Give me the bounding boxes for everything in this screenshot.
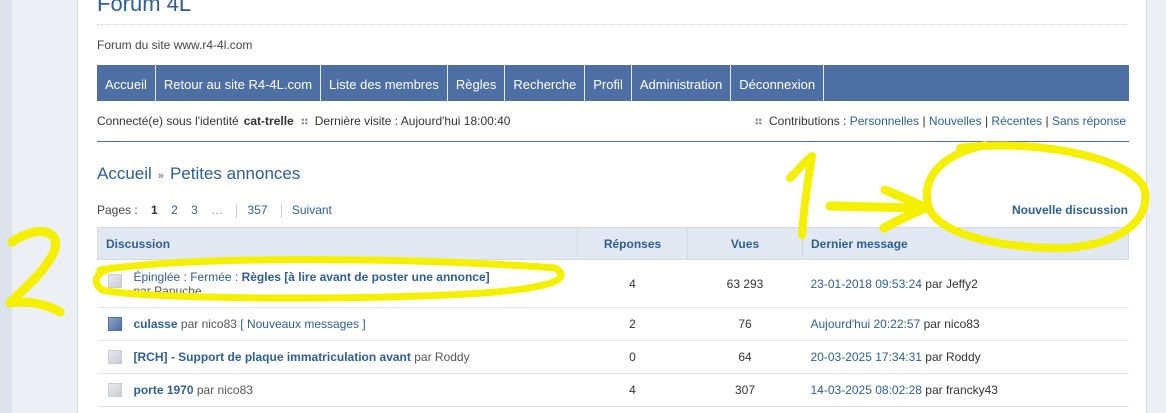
nav-profile[interactable]: Profil <box>585 65 632 101</box>
topic-title-link[interactable]: culasse <box>134 317 178 331</box>
forum-page: Forum 4L Forum du site www.r4-4l.com Acc… <box>77 0 1147 413</box>
pagination: Pages : 1 2 3 … 357 Suivant <box>97 203 342 218</box>
nav-home[interactable]: Accueil <box>97 65 156 101</box>
contributions: Contributions : Personnelles | Nouvelles… <box>748 114 1126 128</box>
last-message-author: par Roddy <box>925 350 981 364</box>
page-2[interactable]: 2 <box>171 203 178 217</box>
connected-label: Connecté(e) sous l'identité <box>97 114 239 128</box>
page-ellipsis: … <box>211 203 224 217</box>
breadcrumb-home[interactable]: Accueil <box>97 164 152 183</box>
page-3[interactable]: 3 <box>191 203 198 217</box>
page-last[interactable]: 357 <box>247 203 267 217</box>
username[interactable]: cat-trelle <box>244 114 294 128</box>
nav-logout[interactable]: Déconnexion <box>731 65 825 101</box>
header-replies: Réponses <box>577 227 688 260</box>
topic-read-icon <box>107 350 122 364</box>
new-discussion-link[interactable]: Nouvelle discussion <box>1012 203 1128 217</box>
forum-title[interactable]: Forum 4L <box>97 0 191 17</box>
main-nav: Accueil Retour au site R4-4L.com Liste d… <box>97 65 1129 101</box>
table-row: culasse par nico83 [ Nouveaux messages ]… <box>97 307 1129 341</box>
last-visit: Dernière visite : Aujourd'hui 18:00:40 <box>314 114 511 128</box>
nav-rules[interactable]: Règles <box>448 65 506 101</box>
topic-read-icon <box>107 274 122 288</box>
topic-title-link[interactable]: Règles [à lire avant de poster une annon… <box>242 270 490 284</box>
header-views: Vues <box>687 227 803 260</box>
divider <box>97 141 1129 142</box>
views-count: 307 <box>687 373 803 407</box>
topic-author: par Roddy <box>414 350 470 364</box>
replies-count: 4 <box>577 373 688 407</box>
pager-label: Pages : <box>97 203 138 217</box>
user-status-bar: Connecté(e) sous l'identité cat-trelle Der… <box>97 114 1129 128</box>
left-margin <box>0 0 12 413</box>
topic-prefix: Épinglée : Fermée : <box>133 269 239 284</box>
topic-prefix: [RCH] - <box>133 350 175 364</box>
link-unanswered[interactable]: Sans réponse <box>1052 114 1126 128</box>
breadcrumb: Accueil » Petites annonces <box>97 164 300 184</box>
last-message-link[interactable]: 14-03-2025 08:02:28 <box>811 383 922 397</box>
annotation-number-2 <box>5 227 65 317</box>
replies-count: 4 <box>577 259 688 308</box>
replies-count: 2 <box>577 307 688 341</box>
last-message-author: par francky43 <box>925 383 998 397</box>
last-message-author: par Jeffy2 <box>925 276 978 291</box>
contributions-label: Contributions : <box>769 114 847 128</box>
nav-back-to-site[interactable]: Retour au site R4-4L.com <box>156 65 322 101</box>
table-row: Épinglée : Fermée : Règles [à lire avant… <box>97 259 1129 308</box>
pager-divider <box>236 203 238 218</box>
pager-divider <box>280 203 282 218</box>
title-divider <box>97 24 1127 25</box>
header-last-message: Dernier message <box>802 227 1129 260</box>
bullet-icon <box>755 117 762 125</box>
new-messages-link[interactable]: [ Nouveaux messages ] <box>240 317 365 331</box>
last-message-link[interactable]: Aujourd'hui 20:22:57 <box>811 317 921 331</box>
page-next[interactable]: Suivant <box>292 203 332 217</box>
topic-new-icon <box>107 317 122 331</box>
bullet-icon <box>300 117 308 125</box>
table-row: [RCH] - Support de plaque immatriculatio… <box>97 340 1129 374</box>
topic-author: par Papuche <box>133 283 202 298</box>
link-recent[interactable]: Récentes <box>991 114 1042 128</box>
link-new[interactable]: Nouvelles <box>929 114 982 128</box>
topic-author: par nico83 <box>196 383 253 397</box>
last-message-link[interactable]: 20-03-2025 17:34:31 <box>811 350 922 364</box>
last-message-author: par nico83 <box>923 317 980 331</box>
topic-title-link[interactable]: porte 1970 <box>134 383 194 397</box>
breadcrumb-arrow-icon: » <box>157 170 164 182</box>
header-discussion: Discussion <box>97 227 578 260</box>
last-message-link[interactable]: 23-01-2018 09:53:24 <box>811 277 922 291</box>
views-count: 76 <box>687 307 803 341</box>
page-1: 1 <box>151 203 158 217</box>
breadcrumb-current[interactable]: Petites annonces <box>170 164 300 183</box>
topic-read-icon <box>107 383 122 397</box>
topic-title-link[interactable]: Support de plaque immatriculation avant <box>178 350 411 364</box>
nav-admin[interactable]: Administration <box>632 65 732 101</box>
nav-search[interactable]: Recherche <box>505 65 586 101</box>
replies-count: 0 <box>577 340 688 374</box>
topics-table: Discussion Réponses Vues Dernier message… <box>97 227 1129 407</box>
views-count: 64 <box>687 340 803 374</box>
topic-author: par nico83 <box>180 317 237 331</box>
forum-description: Forum du site www.r4-4l.com <box>97 38 253 52</box>
link-personal[interactable]: Personnelles <box>850 114 919 128</box>
nav-members[interactable]: Liste des membres <box>321 65 448 101</box>
table-row: porte 1970 par nico83 4 307 14-03-2025 0… <box>97 373 1129 407</box>
views-count: 63 293 <box>687 259 803 308</box>
